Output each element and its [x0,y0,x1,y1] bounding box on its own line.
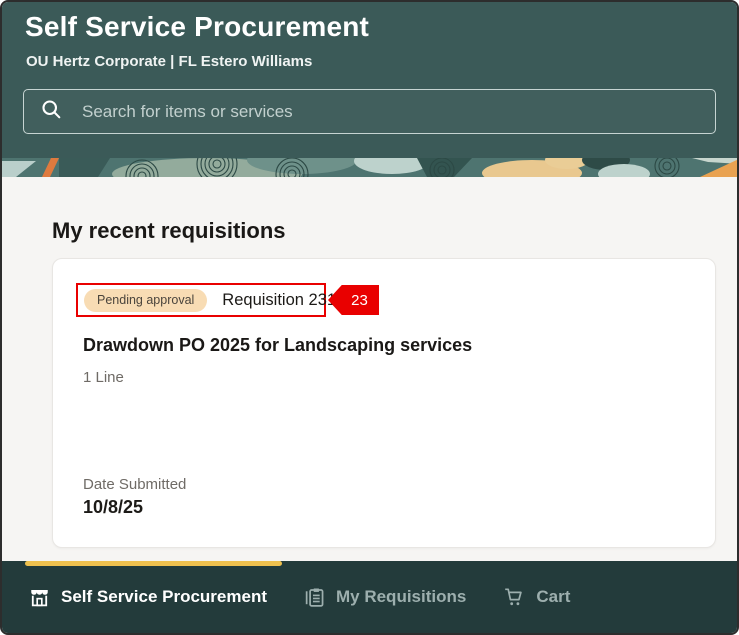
cart-icon [502,585,526,609]
bottom-nav-items: Self Service Procurement My Requisitions [2,561,737,633]
main-content: My recent requisitions Pending approval … [2,177,737,561]
nav-label: Self Service Procurement [61,587,267,607]
requisition-card[interactable]: Pending approval Requisition 23108 23 Dr… [52,258,716,548]
decorative-banner-illustration [2,158,739,177]
annotation-step-marker: 23 [328,285,379,315]
date-submitted-value: 10/8/25 [83,497,143,518]
nav-label: Cart [536,587,570,607]
org-context: OU Hertz Corporate | FL Estero Williams [26,53,312,70]
page-title: Self Service Procurement [25,11,369,43]
nav-item-cart[interactable]: Cart [502,585,570,609]
status-row: Pending approval Requisition 23108 23 [76,283,379,317]
clipboard-icon [303,586,326,609]
section-heading: My recent requisitions [52,218,286,244]
nav-label: My Requisitions [336,587,466,607]
app-header: Self Service Procurement OU Hertz Corpor… [2,2,737,158]
search-input[interactable] [80,101,700,123]
bottom-nav: Self Service Procurement My Requisitions [2,561,737,633]
nav-item-my-requisitions[interactable]: My Requisitions [303,586,466,609]
date-submitted-label: Date Submitted [83,476,186,493]
line-count: 1 Line [83,369,124,386]
annotation-highlight-box: Pending approval Requisition 23108 [76,283,326,317]
active-tab-indicator [25,561,282,566]
decorative-banner [2,158,739,177]
status-badge: Pending approval [84,289,207,312]
storefront-icon [28,586,51,609]
app-window: Self Service Procurement OU Hertz Corpor… [0,0,739,635]
search-bar[interactable] [23,89,716,134]
search-icon [39,97,64,127]
nav-item-self-service-procurement[interactable]: Self Service Procurement [28,586,267,609]
requisition-title[interactable]: Drawdown PO 2025 for Landscaping service… [83,335,472,356]
